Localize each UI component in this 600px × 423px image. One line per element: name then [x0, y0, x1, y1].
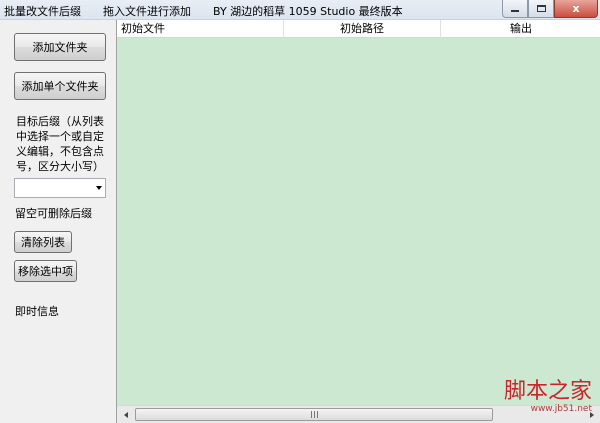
- list-body[interactable]: [117, 38, 600, 405]
- scroll-left-icon: [124, 411, 128, 418]
- suffix-combo[interactable]: [14, 178, 106, 198]
- clear-list-button[interactable]: 清除列表: [14, 231, 72, 253]
- title-bar[interactable]: 批量改文件后缀 拖入文件进行添加 BY 湖边的稻草 1059 Studio 最终…: [0, 0, 600, 20]
- instant-info-label: 即时信息: [15, 305, 59, 318]
- empty-delete-hint: 留空可删除后缀: [15, 207, 92, 220]
- close-icon: x: [572, 2, 580, 15]
- watermark-url: www.jb51.net: [530, 404, 592, 414]
- watermark: 脚本之家 www.jb51.net: [504, 380, 592, 415]
- column-header-output[interactable]: 输出: [441, 20, 600, 38]
- scroll-left-button[interactable]: [117, 406, 135, 423]
- maximize-button[interactable]: [528, 0, 554, 18]
- remove-selected-button[interactable]: 移除选中项: [14, 260, 77, 282]
- add-single-folder-button[interactable]: 添加单个文件夹: [14, 72, 106, 100]
- close-button[interactable]: x: [554, 0, 598, 18]
- left-panel: 添加文件夹 添加单个文件夹 目标后缀（从列表中选择一个或自定义编辑，不包含点号，…: [0, 20, 116, 423]
- scrollbar-thumb[interactable]: [135, 408, 493, 421]
- scroll-grip-icon: [310, 411, 318, 418]
- suffix-description: 目标后缀（从列表中选择一个或自定义编辑，不包含点号，区分大小写）: [16, 115, 104, 173]
- dropdown-arrow-icon[interactable]: [96, 186, 102, 190]
- minimize-button[interactable]: [502, 0, 528, 18]
- column-header-initial-file[interactable]: 初始文件: [117, 20, 284, 38]
- column-header-initial-path[interactable]: 初始路径: [284, 20, 441, 38]
- add-folder-button[interactable]: 添加文件夹: [14, 33, 106, 61]
- window-title: 批量改文件后缀 拖入文件进行添加 BY 湖边的稻草 1059 Studio 最终…: [4, 5, 403, 18]
- file-list-view[interactable]: 初始文件 初始路径 输出: [116, 20, 600, 423]
- maximize-icon: [536, 5, 546, 12]
- minimize-icon: [511, 10, 519, 12]
- watermark-text: 脚本之家: [503, 379, 592, 404]
- list-header: 初始文件 初始路径 输出: [117, 20, 600, 38]
- window-controls: x: [502, 0, 598, 18]
